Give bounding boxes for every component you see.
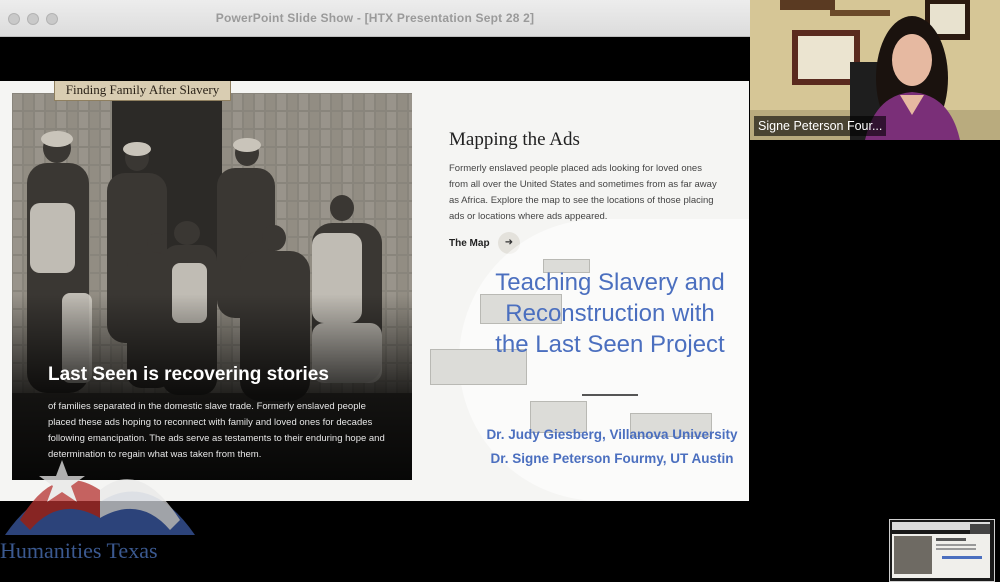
mapping-ads-description: Formerly enslaved people placed ads look… [449,163,717,222]
title-divider [582,394,638,396]
thumbnail-photo [894,536,932,574]
participant-video-tile[interactable]: Signe Peterson Four... [750,0,1000,140]
last-seen-heading: Last Seen is recovering stories [48,364,329,385]
thumbnail-video-icon [970,524,990,534]
author-fourmy: Dr. Signe Peterson Fourmy, UT Austin [490,451,734,466]
window-titlebar[interactable]: PowerPoint Slide Show - [HTX Presentatio… [0,0,750,37]
mapping-ads-heading: Mapping the Ads [449,129,580,150]
the-map-link[interactable]: The Map [449,238,490,249]
thumbnail-text-line [936,544,976,546]
finding-family-label: Finding Family After Slavery [54,81,231,101]
slide-thumbnail-preview[interactable] [889,519,995,582]
thumbnail-text-line [936,538,966,541]
window-title: PowerPoint Slide Show - [HTX Presentatio… [215,11,535,25]
author-giesberg: Dr. Judy Giesberg, Villanova University [486,427,738,442]
thumbnail-title-line [942,556,982,559]
thumbnail-slide [892,534,990,578]
presentation-title: Teaching Slavery and Reconstruction with… [495,269,725,358]
humanities-texas-text: Humanities Texas [0,538,158,563]
historical-family-photo: Last Seen is recovering stories of famil… [12,93,412,480]
thumbnail-text-line [936,548,976,550]
slide-canvas[interactable]: Last Seen is recovering stories of famil… [0,81,749,501]
participant-name-label: Signe Peterson Four... [754,116,887,136]
book-flag-icon [5,460,195,535]
